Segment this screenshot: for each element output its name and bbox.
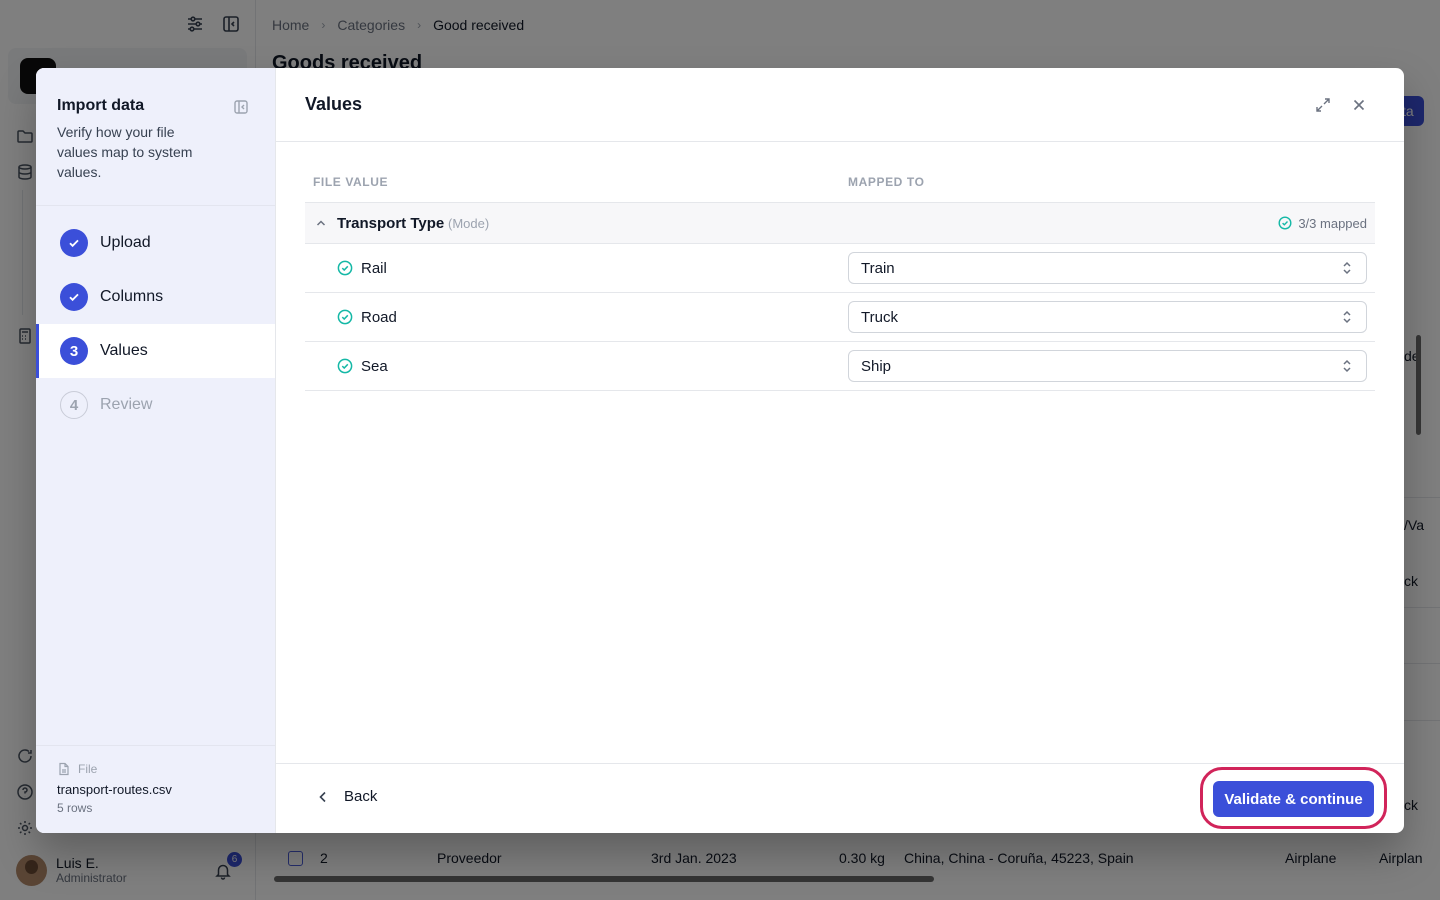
check-circle-icon (337, 358, 353, 374)
mapped-status: 3/3 mapped (1278, 216, 1367, 231)
check-circle-icon (337, 260, 353, 276)
table-header: FILE VALUE MAPPED TO (305, 142, 1375, 203)
select-value: Train (861, 259, 895, 277)
import-steps-sidebar: Import data Verify how your file values … (36, 68, 276, 833)
file-info: File transport-routes.csv 5 rows (36, 745, 275, 833)
step-label: Columns (100, 288, 164, 305)
mapped-to-select[interactable]: Truck (848, 301, 1367, 333)
import-modal: Import data Verify how your file values … (36, 68, 1404, 833)
table-row: Rail Train (305, 244, 1375, 293)
group-transport-type[interactable]: Transport Type (Mode) 3/3 mapped (305, 203, 1375, 244)
chevron-up-down-icon (1341, 310, 1353, 324)
import-title: Import data (57, 97, 145, 114)
chevron-left-icon (316, 790, 330, 804)
modal-footer: Back Validate & continue (276, 763, 1404, 833)
file-icon (57, 762, 71, 776)
file-value: Sea (361, 357, 388, 375)
step-review[interactable]: 4 Review (36, 378, 275, 432)
step-label: Upload (100, 234, 151, 251)
group-subtitle: (Mode) (448, 215, 490, 231)
check-icon (60, 229, 88, 257)
close-icon[interactable] (1351, 97, 1367, 113)
step-upload[interactable]: Upload (36, 216, 275, 270)
validate-continue-button[interactable]: Validate & continue (1213, 781, 1374, 817)
collapse-panel-icon[interactable] (233, 99, 249, 115)
expand-icon[interactable] (1314, 96, 1332, 114)
mapped-to-select[interactable]: Ship (848, 350, 1367, 382)
table-row: Sea Ship (305, 342, 1375, 391)
check-circle-icon (1278, 216, 1292, 230)
values-panel: Values FILE VALUE MAPPED TO Transport Ty… (276, 68, 1404, 833)
step-label: Values (100, 342, 148, 359)
file-caption: File (78, 762, 98, 776)
file-rows: 5 rows (57, 801, 93, 815)
chevron-up-down-icon (1341, 261, 1353, 275)
step-number: 4 (60, 391, 88, 419)
file-name: transport-routes.csv (57, 782, 172, 797)
step-values[interactable]: 3 Values (36, 324, 275, 378)
file-value: Road (361, 308, 397, 326)
step-columns[interactable]: Columns (36, 270, 275, 324)
table-row: Road Truck (305, 293, 1375, 342)
select-value: Truck (861, 308, 898, 326)
modal-title: Values (305, 94, 363, 114)
mapping-table: FILE VALUE MAPPED TO Transport Type (Mod… (305, 142, 1375, 391)
back-button[interactable]: Back (316, 788, 377, 805)
mapped-to-select[interactable]: Train (848, 252, 1367, 284)
chevron-up-down-icon (1341, 359, 1353, 373)
column-header-mapped-to: MAPPED TO (848, 175, 925, 189)
steps-list: Upload Columns 3 Values 4 Review (36, 206, 275, 432)
column-header-file-value: FILE VALUE (313, 175, 389, 189)
mapped-count: 3/3 mapped (1298, 215, 1367, 231)
chevron-up-icon[interactable] (315, 217, 327, 229)
step-label: Review (100, 396, 153, 413)
check-circle-icon (337, 309, 353, 325)
check-icon (60, 283, 88, 311)
import-description: Verify how your file values map to syste… (57, 124, 193, 180)
file-value: Rail (361, 259, 387, 277)
group-name: Transport Type (337, 214, 445, 232)
select-value: Ship (861, 357, 892, 375)
step-number: 3 (60, 337, 88, 365)
back-label: Back (344, 788, 378, 805)
